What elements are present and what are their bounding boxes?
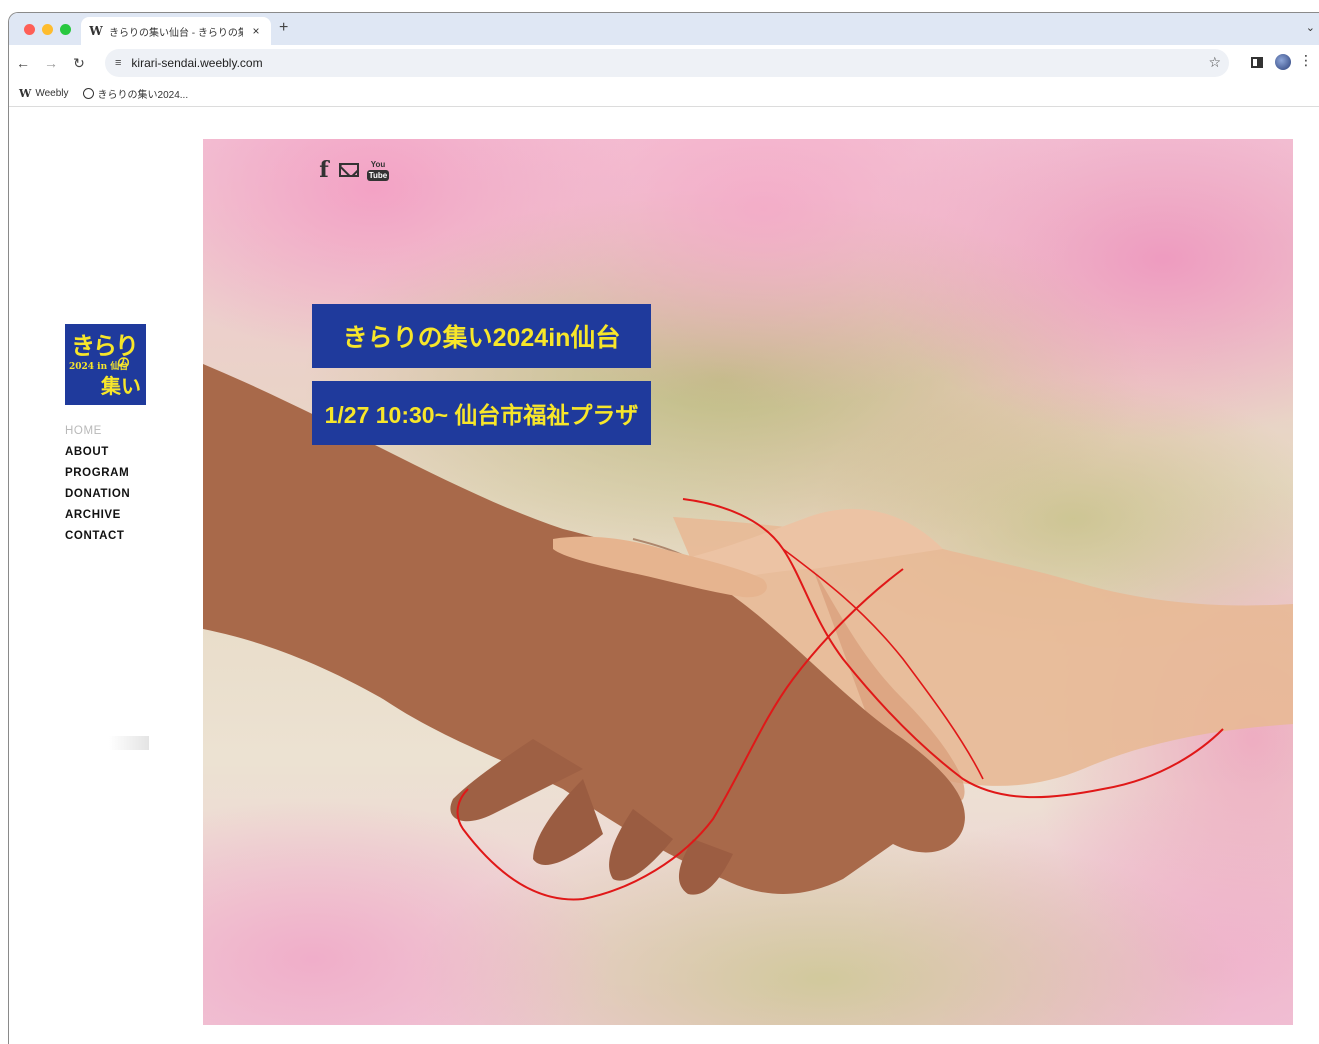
event-date-banner: 1/27 10:30~ 仙台市福祉プラザ — [312, 381, 651, 445]
bookmark-weebly[interactable]: W Weebly — [19, 87, 69, 100]
bookmarks-bar: W Weebly きらりの集い2024... — [9, 81, 1319, 107]
url-text[interactable]: kirari-sendai.weebly.com — [131, 56, 262, 70]
profile-avatar[interactable] — [1275, 54, 1291, 70]
weebly-favicon-icon: W — [89, 24, 103, 38]
bookmark-kirari[interactable]: きらりの集い2024... — [82, 86, 189, 101]
facebook-icon[interactable]: f — [317, 157, 331, 183]
browser-menu-icon[interactable]: ⋮ — [1299, 52, 1313, 69]
bookmark-star-icon[interactable]: ☆ — [1208, 54, 1221, 71]
bookmark-label: Weebly — [35, 88, 69, 99]
browser-window: W きらりの集い仙台 - きらりの集い × + ⌄ ← → ↻ ≡ kirari… — [8, 12, 1319, 1044]
nav-archive[interactable]: ARCHIVE — [65, 505, 130, 526]
address-bar[interactable]: ≡ kirari-sendai.weebly.com ☆ — [105, 49, 1229, 77]
youtube-icon-bottom: Tube — [367, 169, 389, 181]
nav-contact[interactable]: CONTACT — [65, 526, 130, 547]
browser-toolbar: ← → ↻ ≡ kirari-sendai.weebly.com ☆ ⋮ — [9, 45, 1319, 81]
handshake-illustration — [203, 364, 1293, 901]
weebly-icon: W — [19, 87, 32, 100]
side-panel-icon[interactable] — [1251, 57, 1263, 68]
email-icon[interactable] — [339, 163, 359, 177]
tab-search-chevron-icon[interactable]: ⌄ — [1306, 21, 1315, 34]
sidebar-fade-decoration — [109, 736, 149, 750]
logo-text-tsudoi: 集い — [101, 374, 141, 398]
hero-banner: f You Tube きらりの集い2024in仙台 1/27 10:30~ 仙台… — [203, 139, 1293, 1025]
close-window-button[interactable] — [24, 24, 35, 35]
tab-strip: W きらりの集い仙台 - きらりの集い × + ⌄ — [9, 13, 1319, 45]
site-info-icon[interactable]: ≡ — [115, 57, 121, 69]
web-page: きらり の 2024 in 仙台 集い HOME ABOUT PROGRAM D… — [9, 108, 1319, 1044]
tab-close-icon[interactable]: × — [249, 24, 263, 38]
minimize-window-button[interactable] — [42, 24, 53, 35]
nav-home[interactable]: HOME — [65, 421, 130, 442]
youtube-icon-top: You — [370, 159, 386, 169]
nav-about[interactable]: ABOUT — [65, 442, 130, 463]
event-title-banner: きらりの集い2024in仙台 — [312, 304, 651, 368]
nav-program[interactable]: PROGRAM — [65, 463, 130, 484]
back-arrow-icon[interactable]: ← — [9, 55, 37, 71]
youtube-icon[interactable]: You Tube — [367, 160, 389, 181]
globe-icon — [82, 88, 94, 99]
browser-tab[interactable]: W きらりの集い仙台 - きらりの集い × — [81, 17, 271, 45]
nav-donation[interactable]: DONATION — [65, 484, 130, 505]
new-tab-button[interactable]: + — [279, 19, 288, 37]
main-nav: HOME ABOUT PROGRAM DONATION ARCHIVE CONT… — [65, 421, 130, 547]
site-logo[interactable]: きらり の 2024 in 仙台 集い — [65, 324, 146, 405]
reload-icon[interactable]: ↻ — [65, 55, 93, 72]
maximize-window-button[interactable] — [60, 24, 71, 35]
bookmark-label: きらりの集い2024... — [97, 90, 189, 101]
social-links: f You Tube — [317, 157, 389, 183]
tab-title: きらりの集い仙台 - きらりの集い — [109, 27, 243, 39]
forward-arrow-icon[interactable]: → — [37, 55, 65, 71]
